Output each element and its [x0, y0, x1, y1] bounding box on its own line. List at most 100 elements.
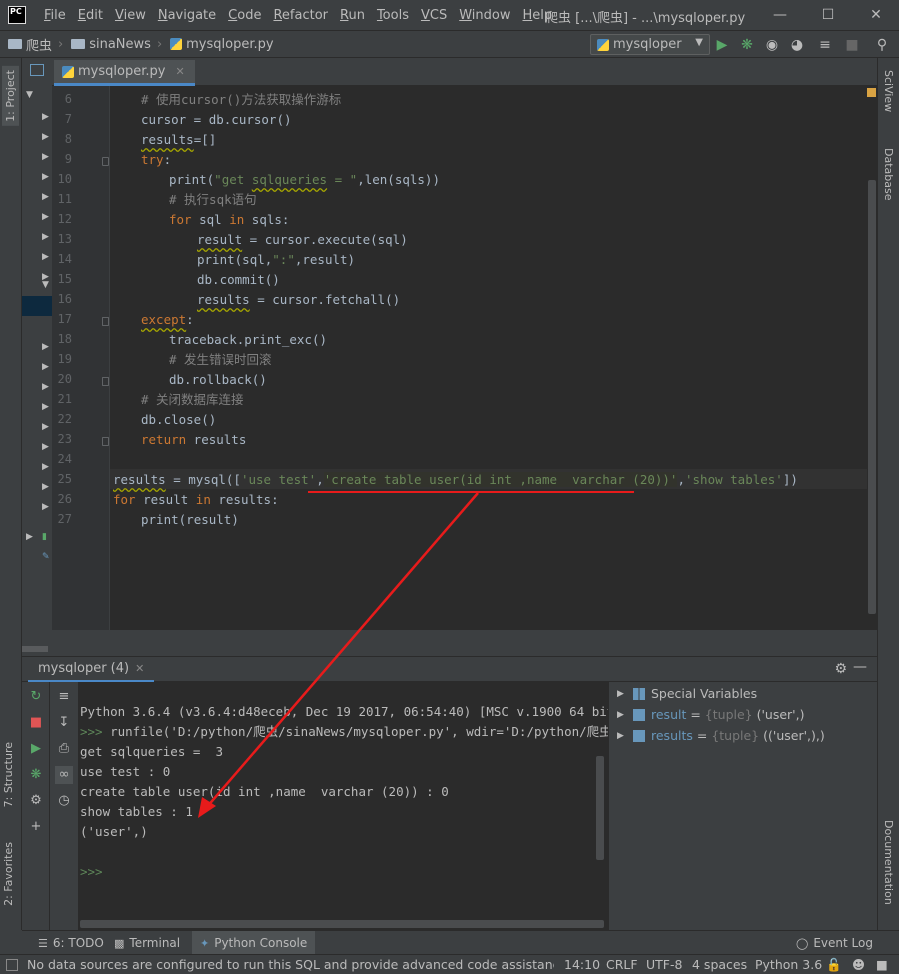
- editor-horizontal-scrollbar[interactable]: [22, 644, 877, 654]
- breadcrumb-file[interactable]: mysqloper.py: [170, 37, 274, 52]
- tree-expand-icon[interactable]: ▶: [42, 362, 49, 372]
- minimize-window-button[interactable]: —: [768, 4, 792, 26]
- tab-event-log[interactable]: ◯ Event Log: [788, 931, 881, 955]
- tree-expand-icon[interactable]: ▶: [42, 112, 49, 122]
- status-message[interactable]: No data sources are configured to run th…: [27, 957, 554, 972]
- menu-tools[interactable]: Tools: [371, 8, 415, 23]
- cursor-position[interactable]: 14:10: [564, 957, 600, 972]
- tree-expand-icon[interactable]: ▶: [26, 532, 33, 542]
- tree-expand-icon[interactable]: ▶: [42, 482, 49, 492]
- print-icon[interactable]: ⎙: [55, 740, 73, 758]
- tree-expand-icon[interactable]: ▶: [42, 212, 49, 222]
- menu-file[interactable]: File: [38, 8, 72, 23]
- tree-expand-icon[interactable]: ▶: [42, 132, 49, 142]
- warning-marker-icon[interactable]: [867, 88, 876, 97]
- tree-expand-icon[interactable]: ▶: [42, 462, 49, 472]
- menu-edit[interactable]: Edit: [72, 8, 109, 23]
- menu-vcs[interactable]: VCS: [415, 8, 453, 23]
- breadcrumb-folder[interactable]: sinaNews ›: [71, 37, 162, 52]
- close-icon[interactable]: ✕: [135, 662, 144, 675]
- tree-expand-icon[interactable]: ▶: [42, 252, 49, 262]
- inspector-icon[interactable]: ☻: [852, 957, 865, 972]
- tab-terminal[interactable]: ▩ Terminal: [106, 931, 188, 955]
- stop-icon[interactable]: ■: [27, 714, 45, 732]
- tree-expand-icon[interactable]: ▶: [42, 192, 49, 202]
- editor-scroll-thumb[interactable]: [868, 180, 876, 614]
- run-icon[interactable]: ▶: [713, 36, 731, 54]
- variable-row[interactable]: ▶ results = {tuple} (('user',),): [617, 726, 825, 746]
- menu-run[interactable]: Run: [334, 8, 371, 23]
- tree-expand-icon[interactable]: ▼: [42, 280, 49, 290]
- database-tool-tab[interactable]: Database: [882, 148, 895, 201]
- lock-icon[interactable]: 🔓: [826, 957, 842, 973]
- search-icon[interactable]: ⚲: [873, 36, 891, 54]
- favorites-tool-tab[interactable]: 2: Favorites: [2, 842, 15, 906]
- documentation-tool-tab[interactable]: Documentation: [882, 820, 895, 905]
- tab-console-session[interactable]: mysqloper (4) ✕: [28, 657, 155, 683]
- profile-icon[interactable]: ◕: [788, 36, 806, 54]
- console-horizontal-scrollbar[interactable]: [80, 920, 604, 928]
- menu-view[interactable]: View: [109, 8, 152, 23]
- tab-python-console[interactable]: ✦ Python Console: [192, 931, 316, 955]
- expand-icon[interactable]: ▶: [617, 684, 633, 704]
- indent-setting[interactable]: 4 spaces: [692, 957, 747, 972]
- menu-code[interactable]: Code: [222, 8, 267, 23]
- special-variables-row[interactable]: ▶ Special Variables: [617, 684, 757, 704]
- line-separator[interactable]: CRLF: [606, 957, 638, 972]
- tree-expand-icon[interactable]: ▶: [42, 502, 49, 512]
- expand-icon[interactable]: ▶: [617, 705, 633, 725]
- tree-expand-icon[interactable]: ▶: [42, 382, 49, 392]
- tree-expand-icon[interactable]: ▶: [42, 172, 49, 182]
- history-icon[interactable]: ◷: [55, 792, 73, 810]
- python-console[interactable]: Python 3.6.4 (v3.6.4:d48eceb, Dec 19 201…: [78, 682, 608, 930]
- tree-expand-icon[interactable]: ▼: [26, 90, 33, 100]
- tree-expand-icon[interactable]: ▶: [42, 422, 49, 432]
- maximize-window-button[interactable]: ☐: [816, 4, 840, 26]
- debug-icon[interactable]: ❋: [27, 766, 45, 784]
- notifications-icon[interactable]: ■: [876, 957, 888, 972]
- tree-expand-icon[interactable]: ▶: [42, 152, 49, 162]
- add-icon[interactable]: +: [27, 818, 45, 836]
- minimize-icon[interactable]: —: [853, 659, 867, 675]
- coverage-icon[interactable]: ◉: [763, 36, 781, 54]
- stop-icon[interactable]: ■: [843, 36, 861, 54]
- tab-mysqloper[interactable]: mysqloper.py ✕: [54, 60, 195, 86]
- gear-icon[interactable]: ⚙: [834, 661, 847, 677]
- structure-tool-tab[interactable]: 7: Structure: [2, 742, 15, 807]
- project-view-icon[interactable]: [30, 64, 44, 76]
- menu-navigate[interactable]: Navigate: [152, 8, 222, 23]
- soft-wrap-icon[interactable]: ≡: [55, 688, 73, 706]
- tree-expand-icon[interactable]: ▶: [42, 402, 49, 412]
- console-input-prompt[interactable]: >>>: [80, 862, 103, 882]
- project-tool-tab[interactable]: 1: Project: [2, 66, 19, 126]
- rerun-icon[interactable]: ↻: [27, 688, 45, 706]
- fold-marker-icon[interactable]: [102, 437, 109, 446]
- close-icon[interactable]: ✕: [175, 65, 184, 78]
- tree-expand-icon[interactable]: ▶: [42, 232, 49, 242]
- show-variables-icon[interactable]: ∞: [55, 766, 73, 784]
- python-interpreter[interactable]: Python 3.6: [755, 957, 822, 972]
- tab-todo[interactable]: ☰ 6: TODO: [30, 931, 112, 955]
- scroll-to-end-icon[interactable]: ↧: [55, 714, 73, 732]
- breadcrumb-project[interactable]: 爬虫 ›: [8, 35, 63, 54]
- code-editor[interactable]: # 使用cursor()方法获取操作游标 cursor = db.cursor(…: [110, 86, 867, 630]
- menu-refactor[interactable]: Refactor: [267, 8, 334, 23]
- execute-icon[interactable]: ▶: [27, 740, 45, 758]
- menu-window[interactable]: Window: [453, 8, 516, 23]
- tree-expand-icon[interactable]: ▶: [42, 342, 49, 352]
- variable-row[interactable]: ▶ result = {tuple} ('user',): [617, 705, 804, 725]
- tree-selected-row[interactable]: [22, 296, 52, 316]
- console-scrollbar[interactable]: [596, 756, 604, 860]
- file-encoding[interactable]: UTF-8: [646, 957, 682, 972]
- concurrency-icon[interactable]: ≡: [816, 36, 834, 54]
- tree-expand-icon[interactable]: ▶: [42, 442, 49, 452]
- fold-marker-icon[interactable]: [102, 377, 109, 386]
- editor-scrollbar[interactable]: [867, 86, 877, 630]
- tool-windows-icon[interactable]: [6, 959, 18, 971]
- horizontal-scroll-thumb[interactable]: [22, 646, 48, 652]
- run-configuration-select[interactable]: mysqloper ▼: [590, 34, 710, 55]
- fold-marker-icon[interactable]: [102, 317, 109, 326]
- sciview-tool-tab[interactable]: SciView: [882, 70, 895, 112]
- debug-icon[interactable]: ❋: [738, 36, 756, 54]
- fold-marker-icon[interactable]: [102, 157, 109, 166]
